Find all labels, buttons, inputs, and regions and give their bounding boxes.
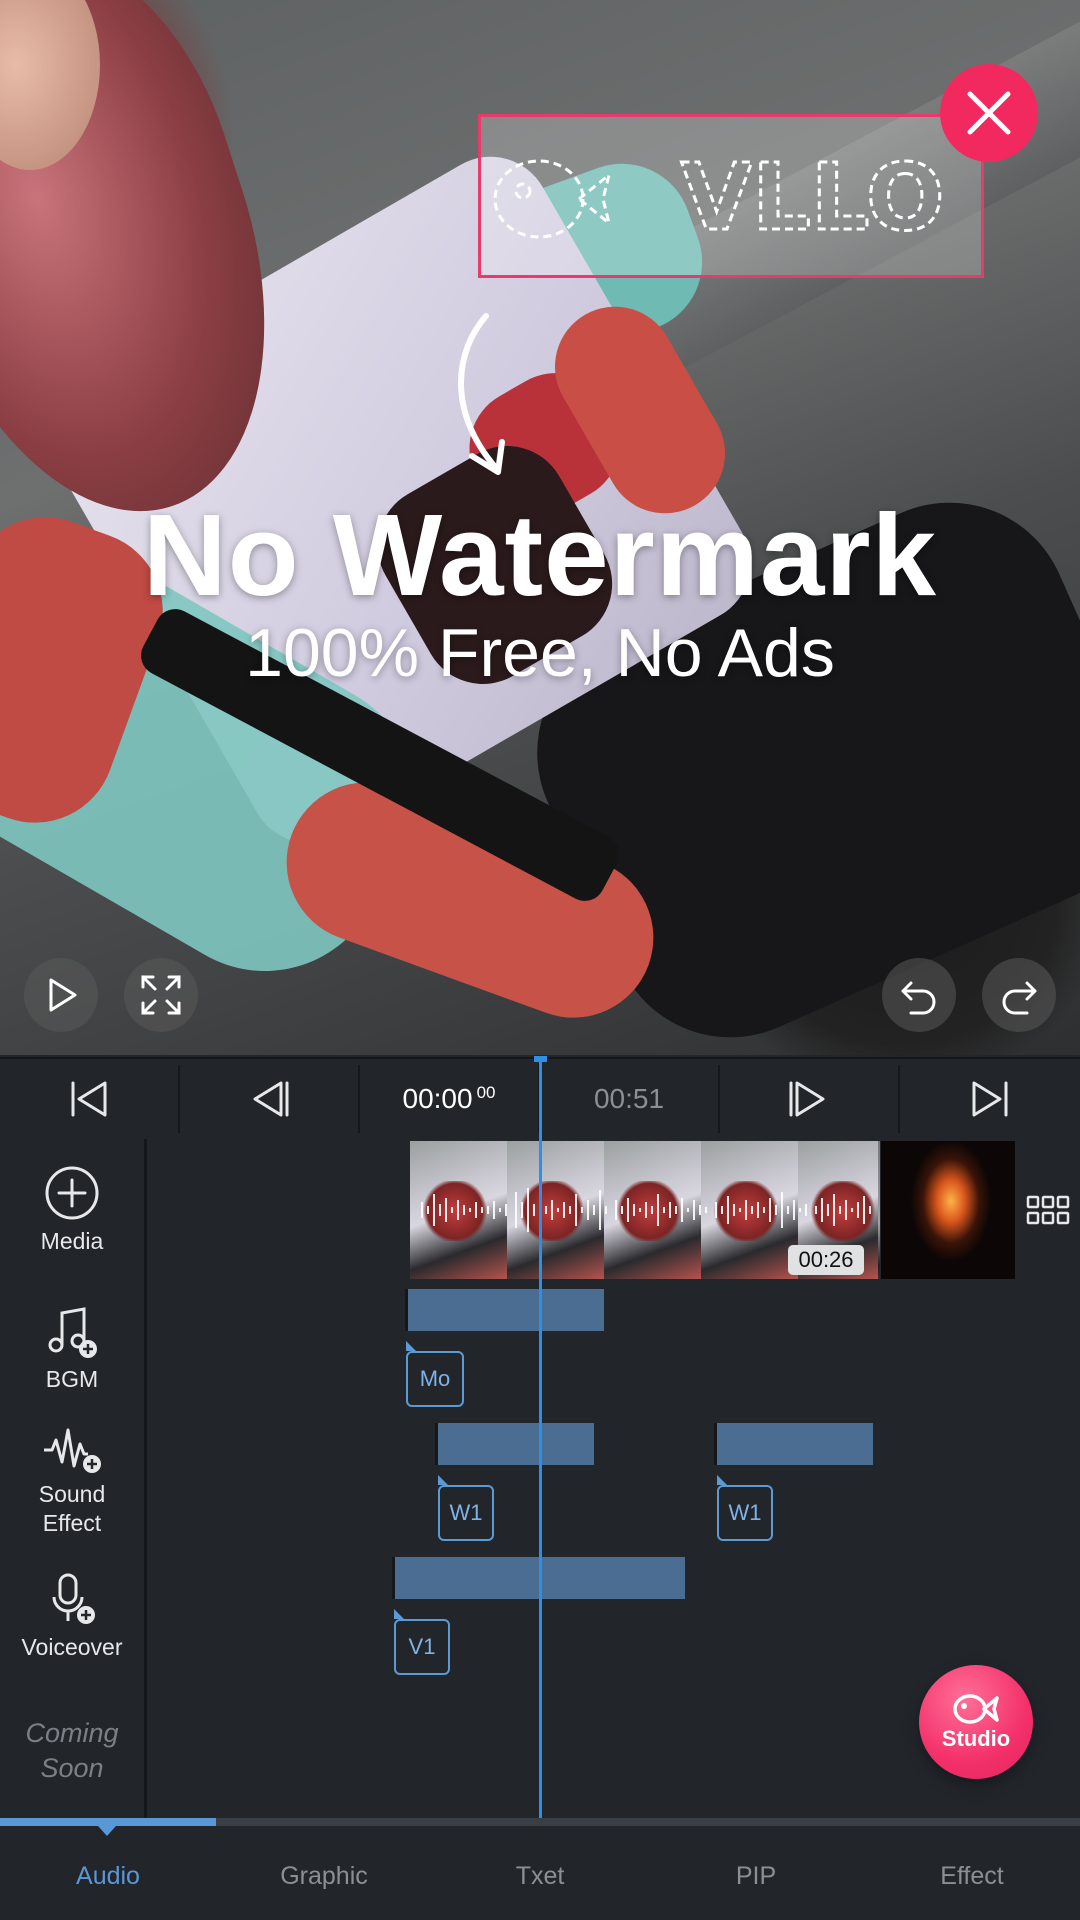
close-icon	[967, 91, 1011, 135]
next-frame-icon	[789, 1081, 825, 1117]
microphone-add-icon	[52, 1573, 95, 1624]
sound-effect-label-line2: Effect	[42, 1510, 102, 1536]
total-time-value: 00:51	[593, 1083, 665, 1114]
playhead[interactable]	[539, 1058, 542, 1820]
add-media-button[interactable]: Media	[0, 1139, 147, 1281]
playhead-handle[interactable]	[534, 1056, 547, 1062]
skip-to-end-button[interactable]	[900, 1059, 1080, 1139]
grid-icon	[1026, 1195, 1070, 1225]
sound-effect-clip-tag[interactable]: W1	[717, 1475, 773, 1541]
skip-to-start-button[interactable]	[0, 1059, 178, 1139]
bgm-clip-tag[interactable]: Mo	[406, 1341, 464, 1407]
watermark-box[interactable]: VLLO	[478, 114, 984, 278]
fish-icon	[953, 1694, 999, 1724]
voiceover-clip-tag[interactable]: V1	[394, 1609, 450, 1675]
tab-graphic[interactable]: Graphic	[216, 1846, 432, 1906]
sound-effect-clip-tag[interactable]: W1	[438, 1475, 494, 1541]
vllo-watermark-logo: VLLO	[493, 143, 946, 253]
clip-duration-badge: 00:26	[788, 1245, 864, 1275]
tab-text[interactable]: Txet	[432, 1846, 648, 1906]
sound-effect-clip[interactable]	[435, 1423, 594, 1465]
add-voiceover-button[interactable]: Voiceover	[0, 1549, 147, 1683]
voiceover-label: Voiceover	[21, 1633, 123, 1660]
play-button[interactable]	[24, 958, 98, 1032]
undo-icon	[901, 981, 936, 1015]
redo-icon	[1002, 981, 1037, 1015]
tab-pip[interactable]: PIP	[648, 1846, 864, 1906]
current-time: 00:00 00	[360, 1059, 538, 1139]
media-label: Media	[40, 1227, 104, 1254]
grid-view-button[interactable]	[1018, 1190, 1078, 1230]
skip-to-end-icon	[972, 1081, 1008, 1117]
curved-arrow-icon	[458, 313, 505, 475]
audio-waveform	[421, 1188, 871, 1232]
previous-frame-icon	[253, 1081, 289, 1117]
total-time: 00:51	[540, 1059, 718, 1139]
redo-button[interactable]	[982, 958, 1056, 1032]
tab-effect[interactable]: Effect	[864, 1846, 1080, 1906]
sound-wave-add-icon	[44, 1428, 101, 1473]
coming-soon-line1: Coming	[25, 1717, 119, 1748]
current-time-value: 00:00	[402, 1083, 473, 1114]
expand-icon	[141, 975, 181, 1015]
add-sound-effect-button[interactable]: Sound Effect	[0, 1415, 147, 1549]
music-note-add-icon	[48, 1306, 97, 1358]
tab-indicator	[0, 1818, 216, 1826]
add-circle-icon	[45, 1166, 99, 1219]
video-preview[interactable]: VLLO No Watermark 100% Free, No Ads	[0, 0, 1080, 1055]
promo-subline: 100% Free, No Ads	[245, 615, 835, 691]
coming-soon-line2: Soon	[40, 1752, 104, 1783]
play-icon	[49, 978, 77, 1012]
remove-watermark-button[interactable]	[940, 64, 1038, 162]
bgm-clip[interactable]	[405, 1289, 604, 1331]
studio-label: Studio	[941, 1726, 1011, 1751]
sound-effect-label-line1: Sound	[38, 1481, 106, 1507]
tab-audio[interactable]: Audio	[0, 1846, 216, 1906]
undo-button[interactable]	[882, 958, 956, 1032]
next-frame-button[interactable]	[720, 1059, 898, 1139]
fullscreen-button[interactable]	[124, 958, 198, 1032]
sound-effect-clip[interactable]	[714, 1423, 873, 1465]
watermark-text: VLLO	[681, 144, 944, 251]
promo-headline: No Watermark	[142, 490, 938, 620]
video-thumbnail[interactable]	[881, 1141, 1015, 1279]
studio-button[interactable]: Studio	[919, 1665, 1033, 1779]
bgm-label: BGM	[45, 1365, 99, 1392]
current-time-frames: 00	[476, 1083, 496, 1102]
coming-soon-label: Coming Soon	[0, 1683, 147, 1818]
tab-indicator-caret	[98, 1826, 116, 1836]
skip-to-start-icon	[71, 1081, 107, 1117]
previous-frame-button[interactable]	[180, 1059, 358, 1139]
add-bgm-button[interactable]: BGM	[0, 1281, 147, 1415]
